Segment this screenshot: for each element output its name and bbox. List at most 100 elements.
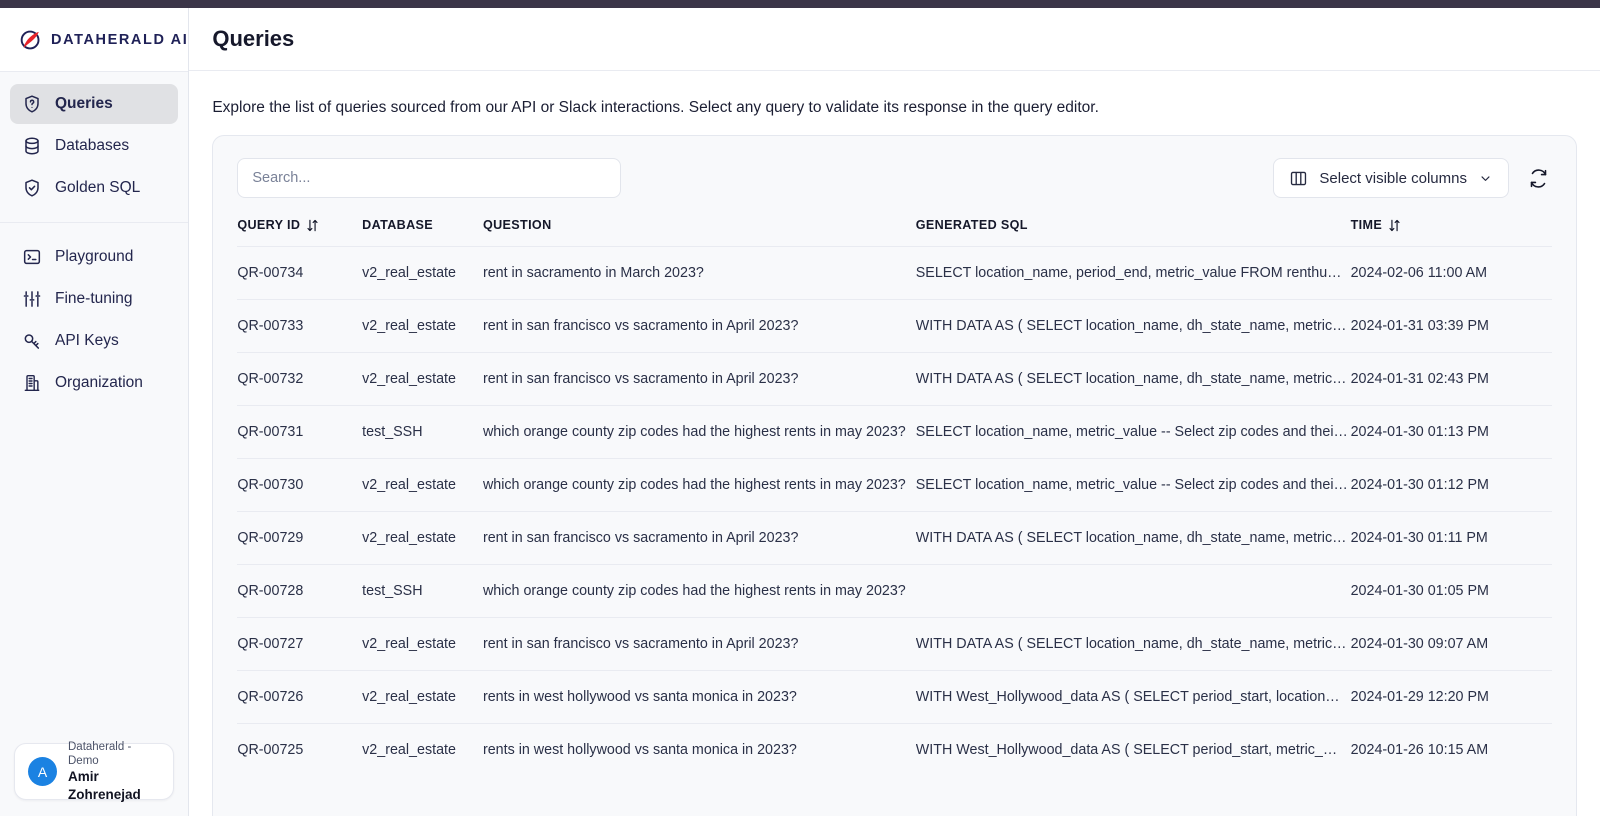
cell-query-id: QR-00725 xyxy=(237,724,362,777)
column-header-label: QUERY ID xyxy=(237,218,300,232)
cell-database: v2_real_estate xyxy=(362,512,483,565)
cell-database: v2_real_estate xyxy=(362,300,483,353)
select-visible-columns-button[interactable]: Select visible columns xyxy=(1273,158,1509,198)
cell-database: v2_real_estate xyxy=(362,724,483,777)
sidebar-item-queries[interactable]: Queries xyxy=(10,84,178,124)
cell-query-id: QR-00729 xyxy=(237,512,362,565)
table-row[interactable]: QR-00730v2_real_estatewhich orange count… xyxy=(237,459,1552,512)
search-box[interactable] xyxy=(237,158,621,198)
sidebar-item-organization[interactable]: Organization xyxy=(10,363,178,403)
column-header-label: TIME xyxy=(1351,218,1382,232)
cell-database: v2_real_estate xyxy=(362,353,483,406)
table-head: QUERY ID DATABASE xyxy=(237,218,1552,247)
column-header-generated-sql: GENERATED SQL xyxy=(916,218,1351,247)
cell-time: 2024-02-06 11:00 AM xyxy=(1351,247,1552,300)
page-title: Queries xyxy=(212,26,294,52)
table-row[interactable]: QR-00733v2_real_estaterent in san franci… xyxy=(237,300,1552,353)
cell-time: 2024-01-30 09:07 AM xyxy=(1351,618,1552,671)
table-header-row: QUERY ID DATABASE xyxy=(237,218,1552,247)
sidebar-item-databases[interactable]: Databases xyxy=(10,126,178,166)
cell-question: rents in west hollywood vs santa monica … xyxy=(483,671,916,724)
sort-arrows-icon xyxy=(1389,219,1400,232)
cell-database: v2_real_estate xyxy=(362,671,483,724)
database-icon xyxy=(22,136,42,156)
queries-card: Select visible columns xyxy=(212,135,1577,816)
search-input[interactable] xyxy=(252,170,606,186)
cell-database: test_SSH xyxy=(362,406,483,459)
cell-question: rent in san francisco vs sacramento in A… xyxy=(483,353,916,406)
table-row[interactable]: QR-00732v2_real_estaterent in san franci… xyxy=(237,353,1552,406)
sidebar-spacer xyxy=(0,415,188,743)
table-row[interactable]: QR-00728test_SSHwhich orange county zip … xyxy=(237,565,1552,618)
brand-suffix: AI xyxy=(171,32,189,48)
cell-question: rent in san francisco vs sacramento in A… xyxy=(483,618,916,671)
chevron-down-icon xyxy=(1478,171,1493,186)
brand-logo[interactable]: DATAHERALD AI xyxy=(0,8,188,72)
cell-query-id: QR-00734 xyxy=(237,247,362,300)
cell-question: rent in san francisco vs sacramento in A… xyxy=(483,300,916,353)
cell-generated-sql: WITH DATA AS ( SELECT location_name, dh_… xyxy=(916,618,1351,671)
sidebar-item-fine-tuning[interactable]: Fine-tuning xyxy=(10,279,178,319)
cell-question: which orange county zip codes had the hi… xyxy=(483,406,916,459)
columns-icon xyxy=(1289,169,1308,188)
cell-query-id: QR-00728 xyxy=(237,565,362,618)
sidebar-item-label: Databases xyxy=(55,137,129,155)
key-icon xyxy=(22,331,42,351)
cell-database: v2_real_estate xyxy=(362,618,483,671)
sidebar-item-label: Playground xyxy=(55,248,133,266)
sidebar-item-playground[interactable]: Playground xyxy=(10,237,178,277)
cell-time: 2024-01-31 02:43 PM xyxy=(1351,353,1552,406)
cell-time: 2024-01-30 01:11 PM xyxy=(1351,512,1552,565)
shield-question-icon xyxy=(22,94,42,114)
sidebar-item-golden-sql[interactable]: Golden SQL xyxy=(10,168,178,208)
cell-query-id: QR-00726 xyxy=(237,671,362,724)
table-row[interactable]: QR-00726v2_real_estaterents in west holl… xyxy=(237,671,1552,724)
cell-time: 2024-01-31 03:39 PM xyxy=(1351,300,1552,353)
cell-generated-sql: SELECT location_name, metric_value -- Se… xyxy=(916,406,1351,459)
refresh-button[interactable] xyxy=(1526,165,1552,191)
cell-question: rent in sacramento in March 2023? xyxy=(483,247,916,300)
sidebar-item-label: Fine-tuning xyxy=(55,290,133,308)
organization-name: Dataherald - Demo xyxy=(68,740,160,769)
cell-time: 2024-01-30 01:12 PM xyxy=(1351,459,1552,512)
brand-name: DATAHERALD AI xyxy=(51,32,188,48)
table-row[interactable]: QR-00729v2_real_estaterent in san franci… xyxy=(237,512,1552,565)
sidebar-item-api-keys[interactable]: API Keys xyxy=(10,321,178,361)
cell-generated-sql: SELECT location_name, metric_value -- Se… xyxy=(916,459,1351,512)
table-row[interactable]: QR-00727v2_real_estaterent in san franci… xyxy=(237,618,1552,671)
cell-generated-sql: WITH DATA AS ( SELECT location_name, dh_… xyxy=(916,512,1351,565)
avatar: A xyxy=(28,757,57,786)
cell-query-id: QR-00727 xyxy=(237,618,362,671)
cell-time: 2024-01-29 12:20 PM xyxy=(1351,671,1552,724)
sidebar-item-label: API Keys xyxy=(55,332,119,350)
sidebar-item-label: Queries xyxy=(55,95,113,113)
cell-database: v2_real_estate xyxy=(362,247,483,300)
shield-check-icon xyxy=(22,178,42,198)
user-name: Amir Zohrenejad xyxy=(68,768,160,803)
column-header-query-id[interactable]: QUERY ID xyxy=(237,218,362,247)
sidebar-nav-secondary: Playground Fine-tuning API Keys xyxy=(0,222,188,415)
cell-generated-sql: WITH West_Hollywood_data AS ( SELECT per… xyxy=(916,724,1351,777)
select-visible-columns-label: Select visible columns xyxy=(1319,170,1467,187)
sidebar: DATAHERALD AI Queries Databases xyxy=(0,8,189,816)
cell-generated-sql: WITH West_Hollywood_data AS ( SELECT per… xyxy=(916,671,1351,724)
page-description: Explore the list of queries sourced from… xyxy=(189,71,1600,135)
column-header-label: DATABASE xyxy=(362,218,433,232)
sidebar-nav-primary: Queries Databases Golden SQL xyxy=(0,72,188,220)
refresh-icon xyxy=(1528,168,1549,189)
app-shell: DATAHERALD AI Queries Databases xyxy=(0,8,1600,816)
building-icon xyxy=(22,373,42,393)
toolbar-right-group: Select visible columns xyxy=(1273,158,1552,198)
table-card-wrapper: Select visible columns xyxy=(189,135,1600,816)
main-content: Queries Explore the list of queries sour… xyxy=(189,8,1600,816)
column-header-database: DATABASE xyxy=(362,218,483,247)
table-row[interactable]: QR-00725v2_real_estaterents in west holl… xyxy=(237,724,1552,777)
cell-time: 2024-01-26 10:15 AM xyxy=(1351,724,1552,777)
column-header-label: GENERATED SQL xyxy=(916,218,1028,232)
terminal-icon xyxy=(22,247,42,267)
user-profile-card[interactable]: A Dataherald - Demo Amir Zohrenejad xyxy=(14,743,174,800)
window-top-strip xyxy=(0,0,1600,8)
table-row[interactable]: QR-00734v2_real_estaterent in sacramento… xyxy=(237,247,1552,300)
table-row[interactable]: QR-00731test_SSHwhich orange county zip … xyxy=(237,406,1552,459)
column-header-time[interactable]: TIME xyxy=(1351,218,1552,247)
